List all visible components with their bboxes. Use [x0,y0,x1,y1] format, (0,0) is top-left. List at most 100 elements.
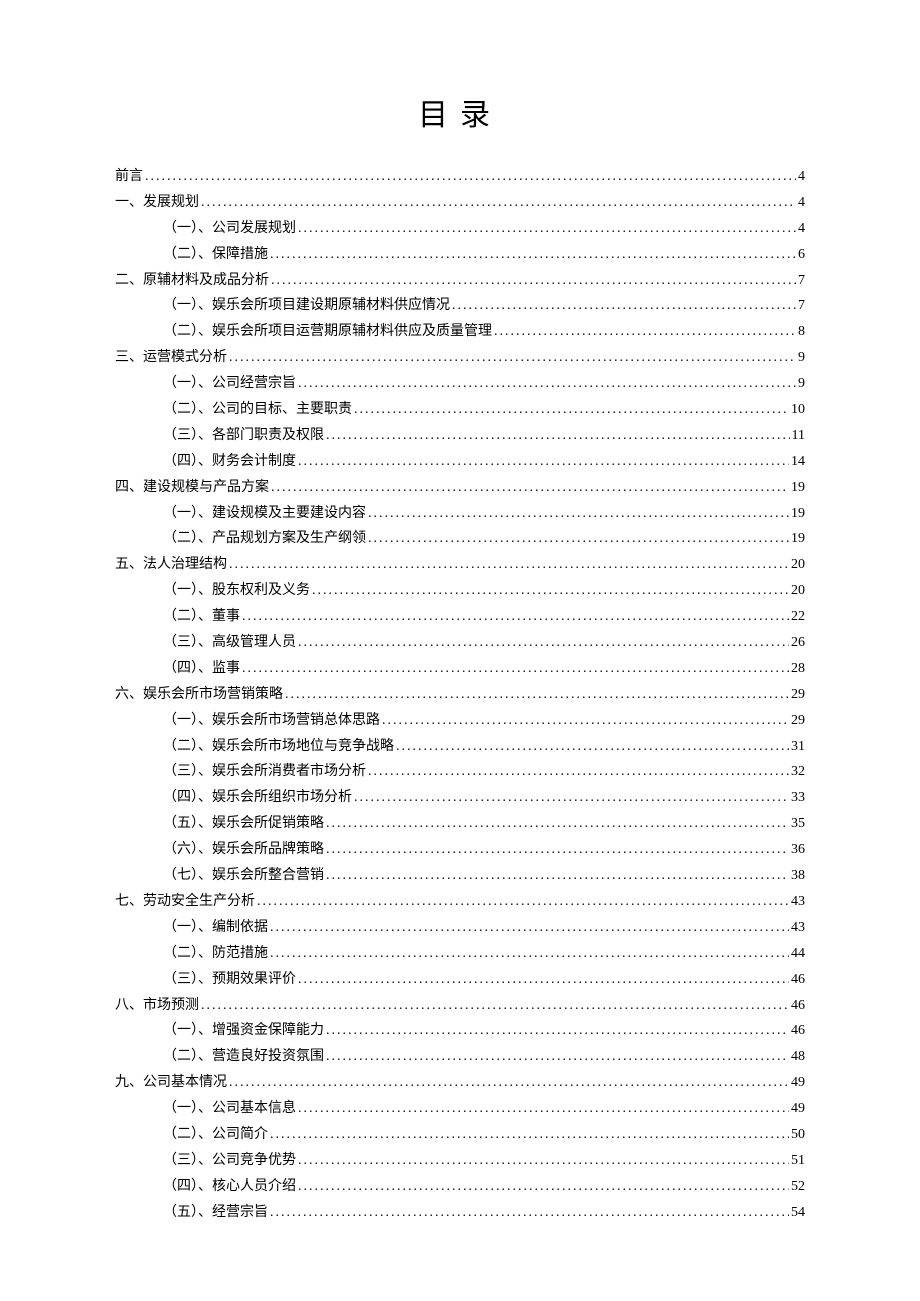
toc-dots [229,552,789,578]
toc-entry-page: 31 [791,734,805,760]
toc-dots [298,371,796,397]
toc-entry-label: （二）、营造良好投资氛围 [163,1044,324,1070]
toc-entry: （二）、保障措施6 [163,242,805,268]
toc-entry-page: 44 [791,941,805,967]
toc-entry-label: 九、公司基本情况 [115,1070,227,1096]
toc-entry-page: 7 [798,268,805,294]
toc-entry-label: 七、劳动安全生产分析 [115,889,255,915]
toc-entry-label: 前言 [115,164,143,190]
toc-entry-label: （一）、公司发展规划 [163,216,296,242]
toc-entry-page: 43 [791,915,805,941]
toc-entry-page: 49 [791,1096,805,1122]
toc-entry-label: （六）、娱乐会所品牌策略 [163,837,324,863]
toc-dots [396,734,789,760]
toc-entry-page: 52 [791,1174,805,1200]
toc-entry-label: （一）、增强资金保障能力 [163,1018,324,1044]
toc-entry-page: 36 [791,837,805,863]
toc-dots [201,993,789,1019]
toc-entry: （一）、增强资金保障能力46 [163,1018,805,1044]
toc-entry: （七）、娱乐会所整合营销38 [163,863,805,889]
toc-entry: （二）、公司的目标、主要职责10 [163,397,805,423]
toc-entry: （四）、核心人员介绍 52 [163,1174,805,1200]
toc-dots [298,449,789,475]
toc-entry: （二）、产品规划方案及生产纲领19 [163,526,805,552]
toc-entry: （一）、建设规模及主要建设内容19 [163,501,805,527]
toc-entry-label: （二）、娱乐会所项目运营期原辅材料供应及质量管理 [163,319,492,345]
toc-entry: 三、运营模式分析9 [115,345,805,371]
toc-container: 前言4一、发展规划4（一）、公司发展规划4（二）、保障措施6二、原辅材料及成品分… [115,164,805,1226]
toc-entry-page: 32 [791,759,805,785]
toc-entry-label: （四）、核心人员介绍 [163,1174,296,1200]
toc-entry-label: （二）、董事 [163,604,240,630]
toc-entry: （四）、娱乐会所组织市场分析33 [163,785,805,811]
toc-dots [242,656,789,682]
toc-entry: （三）、各部门职责及权限11 [163,423,805,449]
toc-entry: （一）、娱乐会所项目建设期原辅材料供应情况 7 [163,293,805,319]
toc-entry-page: 4 [798,190,805,216]
toc-dots [270,1122,789,1148]
toc-entry-page: 29 [791,708,805,734]
toc-entry-label: 五、法人治理结构 [115,552,227,578]
toc-entry-label: （一）、股东权利及义务 [163,578,310,604]
toc-entry-label: 三、运营模式分析 [115,345,227,371]
toc-entry-label: （二）、娱乐会所市场地位与竞争战略 [163,734,394,760]
toc-entry: （四）、监事 28 [163,656,805,682]
toc-entry-label: （二）、公司简介 [163,1122,268,1148]
toc-entry: （四）、财务会计制度14 [163,449,805,475]
toc-entry-page: 33 [791,785,805,811]
toc-entry: 前言 4 [115,164,805,190]
toc-entry: （二）、娱乐会所市场地位与竞争战略 31 [163,734,805,760]
toc-entry-page: 46 [791,993,805,1019]
toc-dots [229,345,796,371]
toc-entry: （三）、高级管理人员26 [163,630,805,656]
toc-entry: （三）、预期效果评价 46 [163,967,805,993]
toc-dots [368,759,789,785]
toc-dots [326,1044,789,1070]
toc-entry: （五）、娱乐会所促销策略35 [163,811,805,837]
toc-dots [145,164,796,190]
toc-entry-page: 20 [791,578,805,604]
toc-entry-label: （三）、娱乐会所消费者市场分析 [163,759,366,785]
toc-entry-label: 一、发展规划 [115,190,199,216]
toc-dots [298,216,796,242]
toc-entry-label: （二）、公司的目标、主要职责 [163,397,352,423]
toc-entry-page: 4 [798,164,805,190]
toc-dots [368,501,789,527]
toc-entry-page: 6 [798,242,805,268]
toc-entry: （一）、编制依据 43 [163,915,805,941]
toc-dots [270,941,789,967]
toc-dots [298,1096,789,1122]
toc-dots [326,811,789,837]
toc-entry: （一）、股东权利及义务 20 [163,578,805,604]
toc-dots [270,1200,789,1226]
toc-dots [354,397,789,423]
toc-entry: （二）、娱乐会所项目运营期原辅材料供应及质量管理8 [163,319,805,345]
toc-entry: （五）、经营宗旨54 [163,1200,805,1226]
toc-entry-page: 46 [791,967,805,993]
toc-entry-page: 48 [791,1044,805,1070]
toc-dots [271,475,789,501]
toc-entry-page: 54 [791,1200,805,1226]
toc-entry-page: 9 [798,371,805,397]
toc-dots [368,526,789,552]
toc-title: 目录 [115,90,805,134]
toc-entry-label: （三）、预期效果评价 [163,967,296,993]
toc-dots [326,423,790,449]
toc-dots [298,1148,789,1174]
toc-entry-label: （一）、娱乐会所项目建设期原辅材料供应情况 [163,293,450,319]
toc-entry-page: 28 [791,656,805,682]
toc-entry-label: 四、建设规模与产品方案 [115,475,269,501]
toc-entry: （三）、娱乐会所消费者市场分析 32 [163,759,805,785]
toc-entry: 一、发展规划 4 [115,190,805,216]
toc-dots [257,889,789,915]
toc-entry: （二）、董事22 [163,604,805,630]
toc-dots [229,1070,789,1096]
toc-entry: （二）、公司简介50 [163,1122,805,1148]
toc-entry: （一）、公司经营宗旨9 [163,371,805,397]
toc-entry-page: 7 [798,293,805,319]
toc-entry-label: （一）、编制依据 [163,915,268,941]
toc-entry: （三）、公司竞争优势51 [163,1148,805,1174]
toc-entry-page: 19 [791,501,805,527]
toc-entry-page: 19 [791,475,805,501]
toc-entry-label: （四）、监事 [163,656,240,682]
